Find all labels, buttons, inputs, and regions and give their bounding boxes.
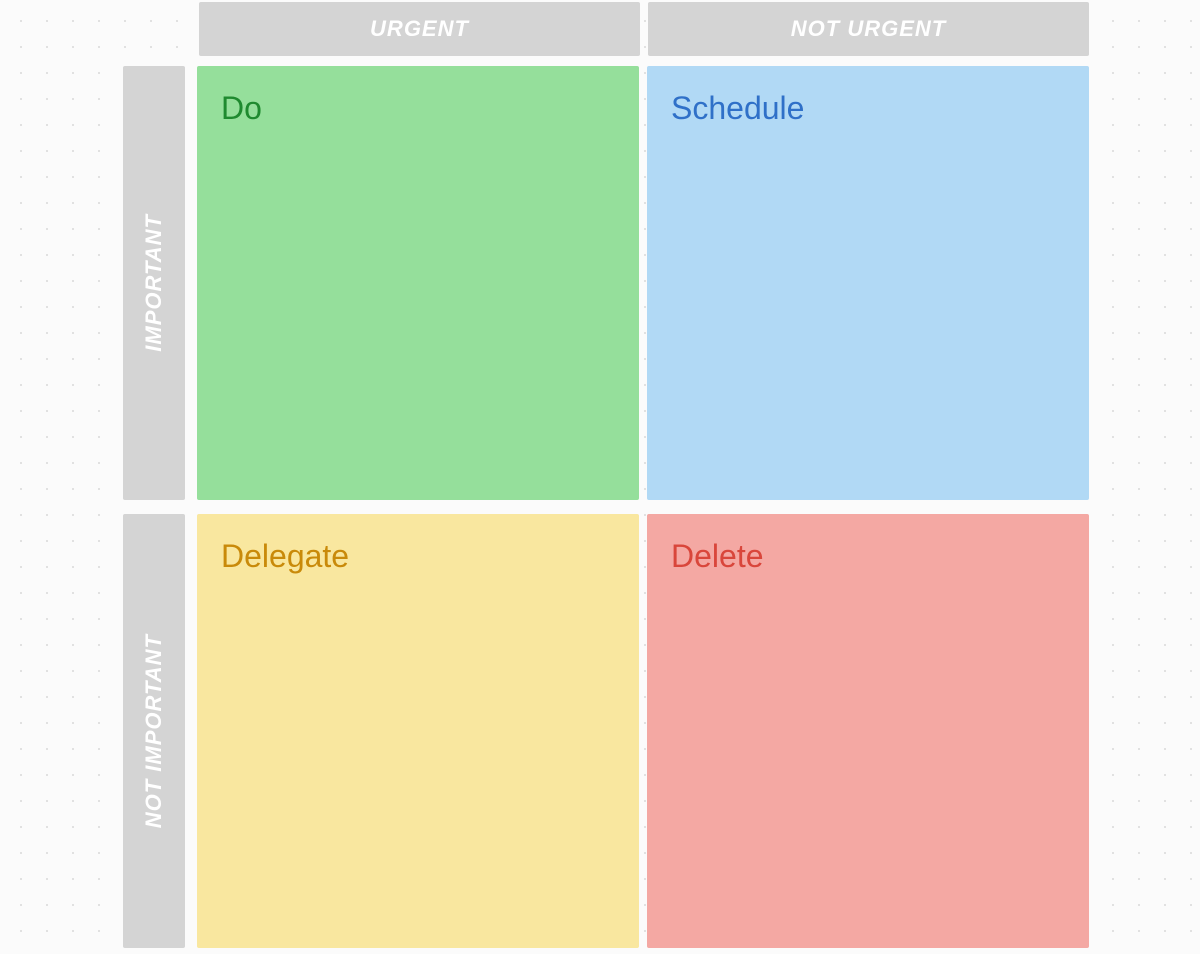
quadrant-do[interactable]: Do: [197, 66, 639, 500]
matrix-row-important: IMPORTANT Do Schedule: [123, 66, 1089, 500]
quadrant-schedule[interactable]: Schedule: [647, 66, 1089, 500]
matrix-row-not-important: NOT IMPORTANT Delegate Delete: [123, 514, 1089, 948]
quadrant-delegate[interactable]: Delegate: [197, 514, 639, 948]
row-header-label: IMPORTANT: [141, 214, 167, 352]
column-header-urgent: URGENT: [199, 2, 640, 56]
row-header-label: NOT IMPORTANT: [141, 634, 167, 828]
row-header-important: IMPORTANT: [123, 66, 185, 500]
column-header-label: NOT URGENT: [791, 16, 946, 42]
quadrant-title: Schedule: [671, 90, 1065, 127]
column-header-not-urgent: NOT URGENT: [648, 2, 1089, 56]
column-headers: URGENT NOT URGENT: [199, 2, 1089, 56]
matrix-body: IMPORTANT Do Schedule NOT IMPORTANT Dele…: [123, 66, 1089, 948]
column-header-label: URGENT: [370, 16, 469, 42]
eisenhower-matrix: URGENT NOT URGENT IMPORTANT Do Schedule …: [123, 2, 1089, 948]
quadrant-title: Delegate: [221, 538, 615, 575]
row-header-not-important: NOT IMPORTANT: [123, 514, 185, 948]
quadrant-delete[interactable]: Delete: [647, 514, 1089, 948]
quadrant-title: Delete: [671, 538, 1065, 575]
quadrant-title: Do: [221, 90, 615, 127]
